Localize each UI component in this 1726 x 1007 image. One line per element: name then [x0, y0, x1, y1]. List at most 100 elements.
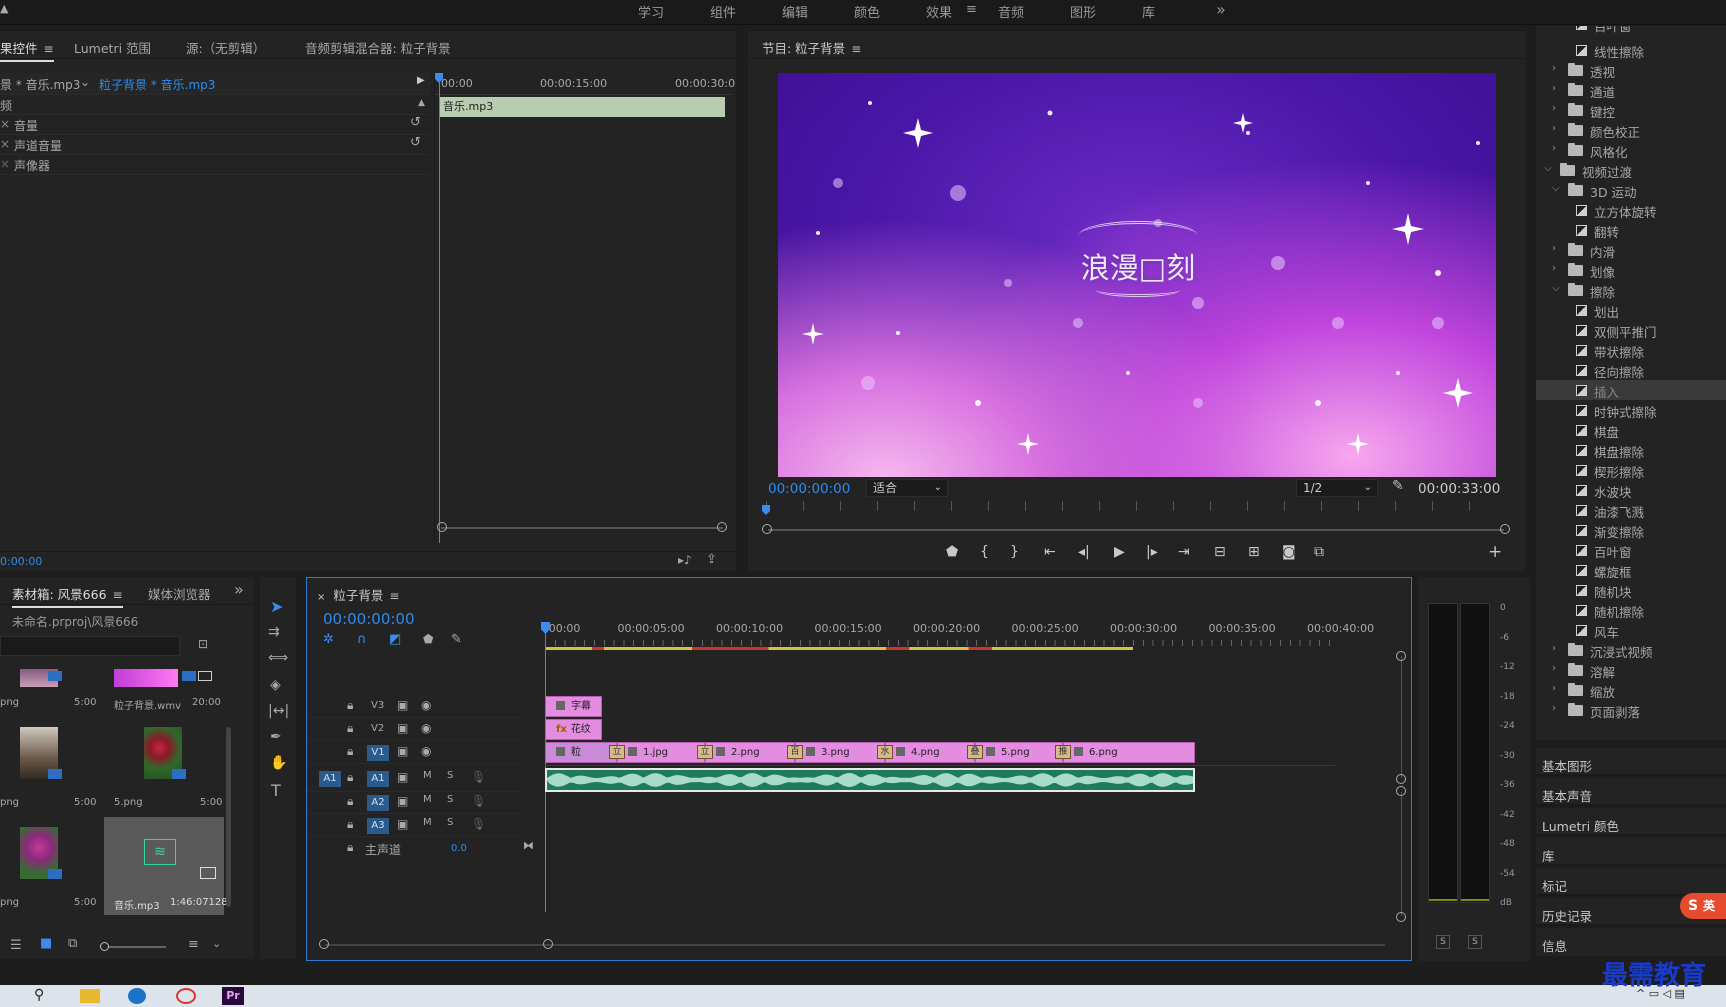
effects-item[interactable]: 油漆飞溅: [1536, 500, 1726, 520]
new-bin-icon[interactable]: ⊡: [198, 637, 208, 651]
lock-icon[interactable]: 🔒︎: [347, 721, 353, 736]
snap-magnet-icon[interactable]: ∩: [357, 632, 367, 647]
app-icon[interactable]: [176, 988, 196, 1004]
effects-folder[interactable]: › 溶解: [1536, 660, 1726, 680]
effects-item[interactable]: 随机擦除: [1536, 600, 1726, 620]
type-tool-icon[interactable]: T: [271, 781, 281, 800]
solo-icon[interactable]: S: [447, 770, 453, 781]
chevron-right-icon[interactable]: ›: [1552, 123, 1564, 134]
transition-marker[interactable]: 叠: [967, 745, 983, 759]
program-monitor-title[interactable]: 节目: 粒子背景 ≡: [762, 38, 861, 57]
lock-icon[interactable]: 🔒︎: [347, 840, 353, 855]
slip-tool-icon[interactable]: |↔|: [268, 703, 289, 719]
nest-icon[interactable]: ✲: [323, 632, 334, 647]
file-explorer-icon[interactable]: [80, 989, 100, 1003]
clip-v2-ornament[interactable]: fx 花纹: [545, 719, 602, 740]
work-area-bar[interactable]: [545, 647, 1133, 650]
transition-marker[interactable]: 立: [609, 745, 625, 759]
sync-lock-icon[interactable]: ▣: [397, 817, 408, 831]
track-select-tool-icon[interactable]: ⇉: [268, 624, 280, 640]
chevron-right-icon[interactable]: ›: [1552, 263, 1564, 274]
lock-icon[interactable]: 🔒︎: [347, 770, 353, 785]
effects-item[interactable]: 立方体旋转: [1536, 200, 1726, 220]
workspace-tab-learn[interactable]: 学习: [638, 2, 664, 21]
param-row-volume[interactable]: × 音量 ↺: [0, 115, 430, 135]
panel-overflow-icon[interactable]: »: [234, 580, 244, 599]
step-forward-icon[interactable]: |▸: [1146, 544, 1158, 560]
effects-folder[interactable]: › 页面剥落: [1536, 700, 1726, 720]
effects-folder[interactable]: › 内滑: [1536, 240, 1726, 260]
effects-item[interactable]: 径向擦除: [1536, 360, 1726, 380]
add-marker-icon[interactable]: ⬟: [423, 632, 433, 646]
timeline-timecode[interactable]: 00:00:00:00: [323, 610, 415, 628]
effect-controls-timecode[interactable]: 0:00:00: [0, 555, 42, 568]
mute-icon[interactable]: M: [423, 770, 432, 781]
freeform-view-icon[interactable]: ⧉: [68, 936, 77, 951]
sync-lock-icon[interactable]: ▣: [397, 744, 408, 758]
chevron-down-icon[interactable]: ⌵: [1544, 163, 1556, 174]
scroll-handle-icon[interactable]: [543, 939, 553, 949]
workspace-tab-audio[interactable]: 音频: [998, 2, 1024, 21]
side-panel-libraries[interactable]: 库: [1536, 838, 1726, 866]
clip-v1[interactable]: 1.jpg: [617, 742, 705, 763]
program-playhead-icon[interactable]: [762, 505, 770, 515]
scroll-handle-icon[interactable]: [1396, 786, 1406, 796]
thumb-size-slider[interactable]: [100, 946, 166, 948]
tab-effect-controls[interactable]: 果控件 ≡: [0, 38, 54, 62]
side-panel-info[interactable]: 信息: [1536, 928, 1726, 956]
mini-zoom-scrollbar[interactable]: [441, 527, 723, 529]
close-icon[interactable]: ×: [317, 592, 325, 603]
export-frame-camera-icon[interactable]: ◙: [1282, 544, 1296, 560]
mic-icon[interactable]: 🎙︎: [471, 817, 486, 831]
clip-v1[interactable]: 2.png: [705, 742, 795, 763]
sync-lock-icon[interactable]: ▣: [397, 794, 408, 808]
side-panel-essential-sound[interactable]: 基本声音: [1536, 778, 1726, 806]
chevron-right-icon[interactable]: ›: [1552, 643, 1564, 654]
add-marker-icon[interactable]: ⬟: [946, 544, 958, 560]
effects-folder[interactable]: › 风格化: [1536, 140, 1726, 160]
lock-icon[interactable]: 🔒︎: [347, 794, 353, 809]
reset-icon[interactable]: ↺: [410, 135, 421, 150]
side-panel-essential-graphics[interactable]: 基本图形: [1536, 748, 1726, 776]
settings-wrench-icon[interactable]: ✎: [1392, 478, 1404, 494]
workspace-tab-effects[interactable]: 效果: [926, 2, 952, 21]
param-row-channel-volume[interactable]: × 声道音量 ↺: [0, 135, 430, 155]
fit-dropdown[interactable]: 适合 ⌄: [866, 479, 948, 497]
sort-icon[interactable]: ≡: [188, 937, 199, 952]
chevron-right-icon[interactable]: ›: [1552, 703, 1564, 714]
go-to-out-icon[interactable]: ⇥: [1178, 544, 1190, 560]
scroll-handle-icon[interactable]: [319, 939, 329, 949]
effects-item[interactable]: 水波块: [1536, 480, 1726, 500]
project-search-input[interactable]: [0, 636, 180, 656]
clip-v1[interactable]: 6.png: [1063, 742, 1195, 763]
home-icon[interactable]: ▲: [0, 2, 8, 15]
workspace-menu-icon[interactable]: ≡: [966, 2, 977, 17]
mini-clip-bar[interactable]: 音乐.mp3: [439, 97, 725, 117]
extract-icon[interactable]: ⊞: [1248, 544, 1260, 560]
reset-icon[interactable]: ↺: [410, 115, 421, 130]
icon-view-icon[interactable]: ■: [40, 936, 52, 951]
effects-item[interactable]: 随机块: [1536, 580, 1726, 600]
eye-icon[interactable]: ◉: [421, 698, 431, 712]
lock-icon[interactable]: 🔒︎: [347, 744, 353, 759]
solo-left-button[interactable]: S: [1436, 935, 1450, 949]
track-target-v1[interactable]: V1: [367, 745, 389, 761]
mic-icon[interactable]: 🎙︎: [471, 794, 486, 808]
scroll-handle-right-icon[interactable]: [717, 522, 727, 532]
master-volume-value[interactable]: 0.0: [451, 843, 467, 854]
sync-lock-icon[interactable]: ▣: [397, 698, 408, 712]
program-zoom-bar[interactable]: [768, 529, 1504, 531]
mark-out-icon[interactable]: }: [1010, 544, 1019, 560]
workspace-tab-assembly[interactable]: 组件: [710, 2, 736, 21]
video-tracks-scrollbar[interactable]: [1401, 656, 1402, 778]
timeline-h-scrollbar[interactable]: [325, 944, 1385, 946]
effects-folder[interactable]: › 透视: [1536, 60, 1726, 80]
effects-item[interactable]: 渐变擦除: [1536, 520, 1726, 540]
track-target-a2[interactable]: A2: [367, 795, 389, 811]
chevron-right-icon[interactable]: ›: [1552, 103, 1564, 114]
transition-marker[interactable]: 百: [787, 745, 803, 759]
effects-item[interactable]: 棋盘: [1536, 420, 1726, 440]
timeline-tab[interactable]: × 粒子背景 ≡: [317, 585, 399, 604]
chevron-right-icon[interactable]: ›: [1552, 243, 1564, 254]
effects-item[interactable]: 棋盘擦除: [1536, 440, 1726, 460]
